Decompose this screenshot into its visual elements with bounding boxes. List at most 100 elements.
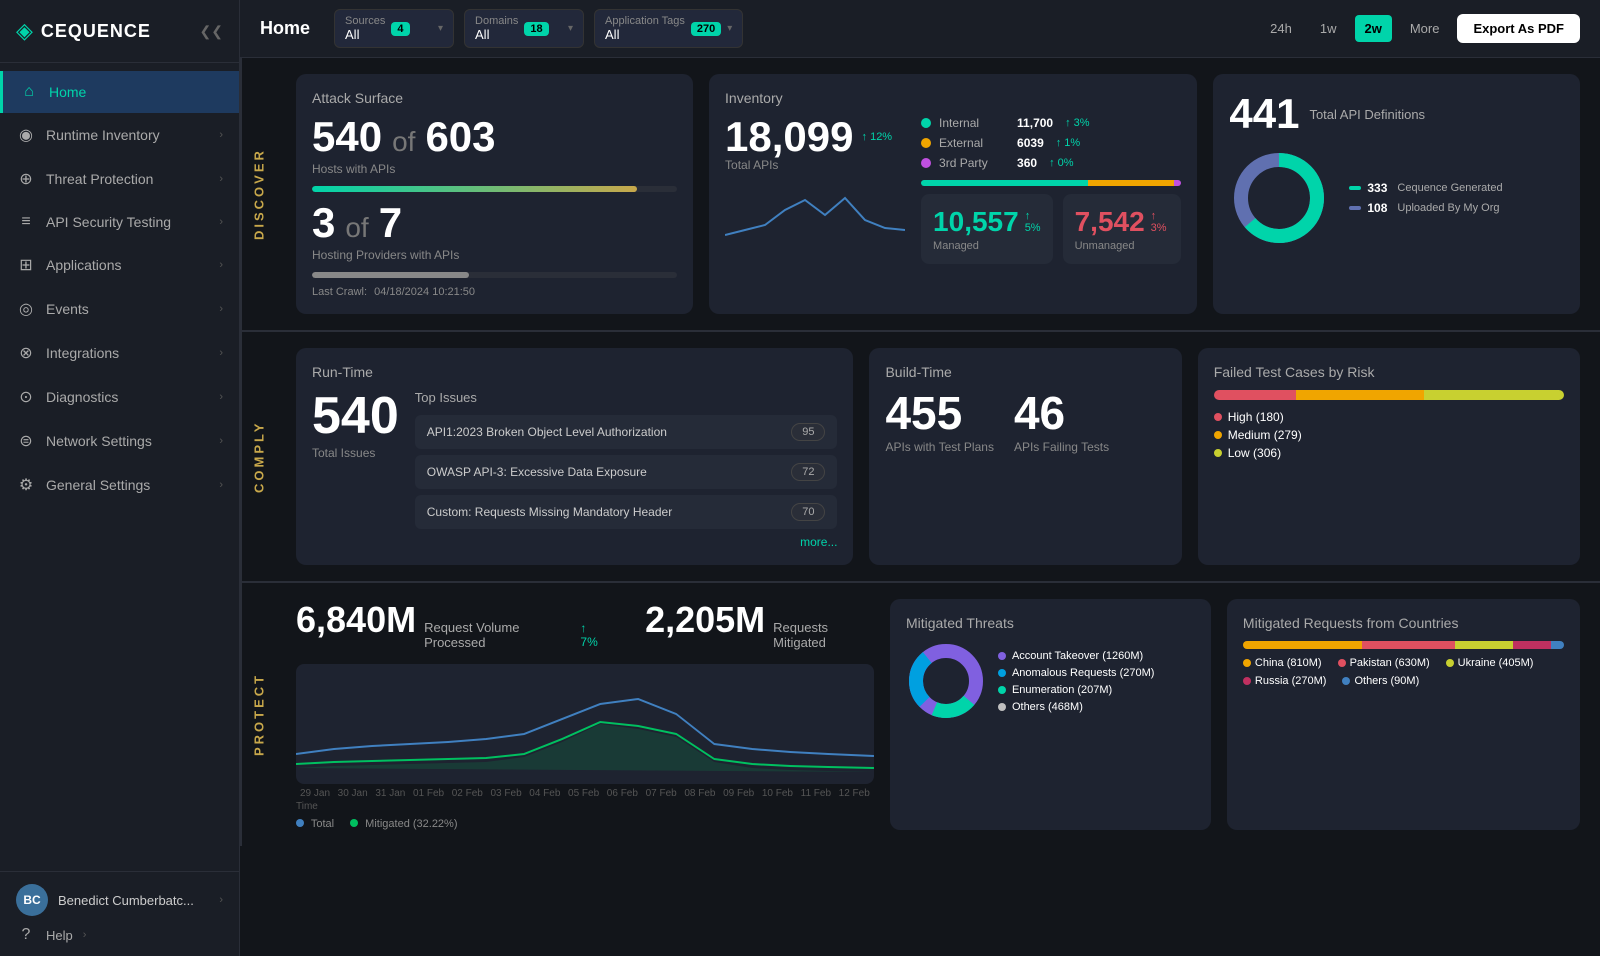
thirdparty-bar-fill <box>1174 180 1182 186</box>
protect-chart-col: 6,840M Request Volume Processed ↑ 7% 2,2… <box>296 599 874 830</box>
inventory-trend: ↑ 12% <box>862 131 893 143</box>
sidebar-item-help[interactable]: ? Help › <box>16 916 223 944</box>
time-more-button[interactable]: More <box>1400 15 1450 42</box>
more-issues-link[interactable]: more... <box>415 535 838 549</box>
user-profile[interactable]: BC Benedict Cumberbatc... › <box>16 884 223 916</box>
others-threats-label: Others (468M) <box>1012 701 1083 713</box>
sidebar-item-api-security-testing[interactable]: ≡ API Security Testing › <box>0 201 239 243</box>
cequence-generated-dot <box>1349 186 1361 190</box>
sources-filter[interactable]: Sources All 4 ▾ <box>334 9 454 48</box>
others-threats-row: Others (468M) <box>998 701 1154 713</box>
providers-of: of <box>345 212 368 244</box>
runtime-title: Run-Time <box>312 364 837 380</box>
inventory-card: Inventory 18,099 ↑ 12% Total APIs <box>709 74 1197 314</box>
sidebar-item-integrations[interactable]: ⊗ Integrations › <box>0 331 239 375</box>
high-bar-fill <box>1214 390 1296 400</box>
issue-row-1: API1:2023 Broken Object Level Authorizat… <box>415 415 838 449</box>
account-takeover-dot <box>998 652 1006 660</box>
thirdparty-stat: 3rd Party 360 ↑ 0% <box>921 156 1181 170</box>
protect-section: Protect 6,840M Request Volume Processed … <box>240 583 1600 846</box>
others-threats-dot <box>998 703 1006 711</box>
export-pdf-button[interactable]: Export As PDF <box>1457 14 1580 43</box>
comply-cards: Run-Time 540 Total Issues Top Issues API… <box>296 348 1580 565</box>
issue-row-2: OWASP API-3: Excessive Data Exposure 72 <box>415 455 838 489</box>
api-def-title: Total API Definitions <box>1309 107 1425 122</box>
logo-area: ◈ CEQUENCE <box>16 18 151 44</box>
sidebar-item-threat-protection[interactable]: ⊕ Threat Protection › <box>0 157 239 201</box>
content-area: Discover Attack Surface 540 of 603 Hosts… <box>240 58 1600 956</box>
comply-content: Run-Time 540 Total Issues Top Issues API… <box>276 332 1600 581</box>
collapse-sidebar-icon[interactable]: ❮❮ <box>200 23 223 40</box>
threat-protection-icon: ⊕ <box>16 169 36 189</box>
runtime-card: Run-Time 540 Total Issues Top Issues API… <box>296 348 853 565</box>
protect-line-chart <box>296 664 874 784</box>
sidebar-item-applications[interactable]: ⊞ Applications › <box>0 243 239 287</box>
cequence-generated-row: 333 Cequence Generated <box>1349 181 1502 195</box>
chevron-right-icon: › <box>219 216 223 228</box>
sidebar-logo: ◈ CEQUENCE ❮❮ <box>0 0 239 63</box>
top-issues-title: Top Issues <box>415 390 838 405</box>
enumeration-label: Enumeration (207M) <box>1012 684 1112 696</box>
sidebar-item-runtime-inventory[interactable]: ◉ Runtime Inventory › <box>0 113 239 157</box>
sidebar-item-network-settings[interactable]: ⊜ Network Settings › <box>0 419 239 463</box>
discover-label: Discover <box>240 58 276 330</box>
internal-bar-fill <box>921 180 1088 186</box>
request-volume-num: 6,840M <box>296 599 416 641</box>
api-def-legend: 333 Cequence Generated 108 Uploaded By M… <box>1349 181 1502 215</box>
internal-label: Internal <box>939 116 1009 130</box>
country-legend: China (810M) Pakistan (630M) Ukraine (40… <box>1243 657 1564 687</box>
chevron-down-icon: ▾ <box>568 23 573 34</box>
protect-chart-svg <box>296 664 874 784</box>
account-takeover-row: Account Takeover (1260M) <box>998 650 1154 662</box>
api-def-total: 441 <box>1229 90 1299 138</box>
hosts-progress-bar <box>312 186 677 192</box>
others-bar <box>1551 641 1564 649</box>
medium-label: Medium (279) <box>1228 428 1302 442</box>
failed-tests-title: Failed Test Cases by Risk <box>1214 364 1564 380</box>
request-volume-stat: 6,840M Request Volume Processed ↑ 7% <box>296 599 605 654</box>
apis-test-plans-num: 455 <box>885 390 994 436</box>
uploaded-row: 108 Uploaded By My Org <box>1349 201 1502 215</box>
buildtime-apis: 455 APIs with Test Plans <box>885 390 994 464</box>
events-icon: ◎ <box>16 299 36 319</box>
ukraine-dot <box>1446 659 1454 667</box>
time-1w-button[interactable]: 1w <box>1310 15 1347 42</box>
providers-num: 3 <box>312 202 335 244</box>
chart-x-label: Time <box>296 801 874 812</box>
issue-row-3: Custom: Requests Missing Mandatory Heade… <box>415 495 838 529</box>
issue-label-2: OWASP API-3: Excessive Data Exposure <box>427 465 647 479</box>
api-def-donut <box>1229 148 1329 248</box>
internal-value: 11,700 <box>1017 116 1053 130</box>
chevron-right-icon: › <box>219 303 223 315</box>
china-dot <box>1243 659 1251 667</box>
app-tags-filter-label: Application Tags <box>605 15 685 27</box>
sidebar-item-events[interactable]: ◎ Events › <box>0 287 239 331</box>
app-tags-filter-value: All <box>605 27 685 42</box>
time-2w-button[interactable]: 2w <box>1355 15 1392 42</box>
chevron-right-icon: › <box>219 173 223 185</box>
crawl-date: 04/18/2024 10:21:50 <box>374 286 475 298</box>
domains-badge: 18 <box>524 22 548 36</box>
apis-test-plans-label: APIs with Test Plans <box>885 440 994 454</box>
unmanaged-num: 7,542 <box>1075 206 1145 238</box>
app-tags-filter[interactable]: Application Tags All 270 ▾ <box>594 9 743 48</box>
sources-filter-label: Sources <box>345 15 385 27</box>
inventory-progress-bar <box>921 180 1181 186</box>
external-dot <box>921 138 931 148</box>
enumeration-row: Enumeration (207M) <box>998 684 1154 696</box>
sidebar-item-home[interactable]: ⌂ Home <box>0 71 239 113</box>
ukraine-row: Ukraine (405M) <box>1446 657 1534 669</box>
domains-filter[interactable]: Domains All 18 ▾ <box>464 9 584 48</box>
low-label: Low (306) <box>1228 446 1281 460</box>
api-definitions-card: 441 Total API Definitions <box>1213 74 1580 314</box>
sources-filter-value: All <box>345 27 385 42</box>
time-24h-button[interactable]: 24h <box>1260 15 1302 42</box>
sidebar-item-diagnostics[interactable]: ⊙ Diagnostics › <box>0 375 239 419</box>
sidebar-item-general-settings[interactable]: ⚙ General Settings › <box>0 463 239 507</box>
china-row: China (810M) <box>1243 657 1322 669</box>
sidebar: ◈ CEQUENCE ❮❮ ⌂ Home ◉ Runtime Inventory… <box>0 0 240 956</box>
mitigated-countries-title: Mitigated Requests from Countries <box>1243 615 1564 631</box>
chart-legend: Total Mitigated (32.22%) <box>296 818 874 830</box>
external-value: 6039 <box>1017 136 1044 150</box>
internal-dot <box>921 118 931 128</box>
